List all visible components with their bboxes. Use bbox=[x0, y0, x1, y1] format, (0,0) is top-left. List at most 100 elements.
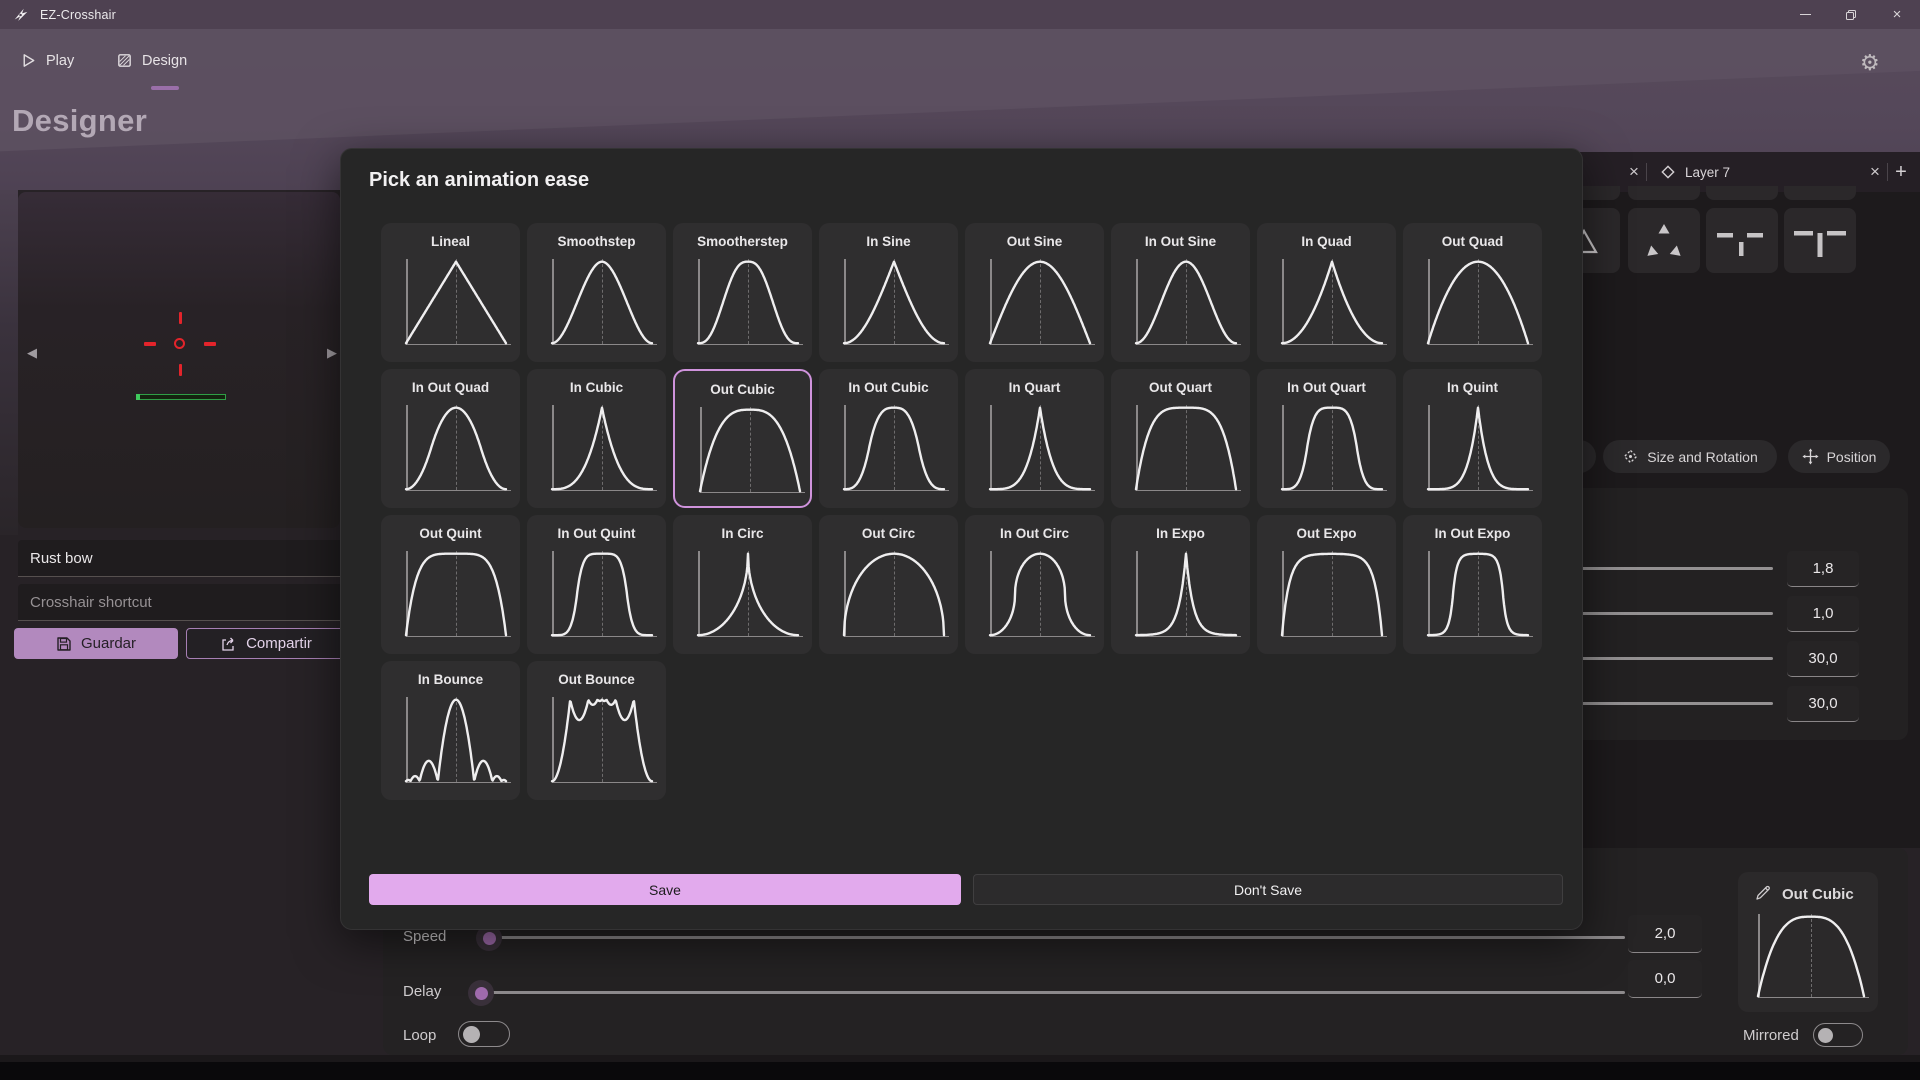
delay-slider-thumb[interactable] bbox=[468, 980, 494, 1006]
ease-tile-chart bbox=[1428, 405, 1528, 491]
shape-tile-arrows[interactable] bbox=[1628, 208, 1700, 273]
modal-dont-save-button[interactable]: Don't Save bbox=[973, 874, 1563, 905]
ease-tile-outSine[interactable]: Out Sine bbox=[965, 223, 1104, 362]
ease-tile-smootherstep[interactable]: Smootherstep bbox=[673, 223, 812, 362]
ease-tile-outQuint[interactable]: Out Quint bbox=[381, 515, 520, 654]
shape-tile-t-dashes[interactable] bbox=[1706, 208, 1778, 273]
crosshair-name-input[interactable] bbox=[18, 540, 348, 577]
ease-tile-chart bbox=[1282, 259, 1382, 345]
layer-close-button[interactable]: × bbox=[1863, 160, 1887, 184]
tab-design[interactable]: Design bbox=[116, 52, 187, 69]
play-icon bbox=[20, 52, 37, 69]
ease-tile-chart bbox=[990, 551, 1090, 637]
layer-tab-label[interactable]: Layer 7 bbox=[1685, 165, 1730, 180]
preview-prev-arrow[interactable]: ◀ bbox=[27, 345, 37, 361]
ease-tile-outExpo[interactable]: Out Expo bbox=[1257, 515, 1396, 654]
ease-tile-inQuint[interactable]: In Quint bbox=[1403, 369, 1542, 508]
loop-toggle-knob bbox=[463, 1026, 480, 1043]
ease-tile-chart bbox=[990, 405, 1090, 491]
size-rotation-button[interactable]: Size and Rotation bbox=[1603, 440, 1777, 473]
ease-tile-inCirc[interactable]: In Circ bbox=[673, 515, 812, 654]
tab-play-label: Play bbox=[46, 53, 74, 69]
size-rotation-icon bbox=[1622, 448, 1639, 465]
minimize-button[interactable] bbox=[1782, 0, 1828, 29]
gap-value-input[interactable]: 1,0 bbox=[1787, 596, 1859, 632]
selected-ease-card[interactable]: Out Cubic bbox=[1738, 872, 1878, 1012]
loop-toggle[interactable] bbox=[458, 1021, 510, 1047]
crosshair-center-circle bbox=[174, 338, 185, 349]
ease-tile-label: In Quint bbox=[1403, 380, 1542, 395]
ease-tile-label: In Quart bbox=[965, 380, 1104, 395]
position-button[interactable]: Position bbox=[1788, 440, 1890, 473]
ease-tile-chart bbox=[700, 407, 800, 493]
shape-tile-stub bbox=[1784, 186, 1856, 200]
ease-tile-outCubic[interactable]: Out Cubic bbox=[673, 369, 812, 508]
ease-tile-outBounce[interactable]: Out Bounce bbox=[527, 661, 666, 800]
ease-tile-chart bbox=[552, 697, 652, 783]
delay-slider-track[interactable] bbox=[490, 991, 1625, 994]
ease-tile-inQuad[interactable]: In Quad bbox=[1257, 223, 1396, 362]
window-titlebar: EZ-Crosshair × bbox=[0, 0, 1920, 29]
speed-slider-track[interactable] bbox=[490, 936, 1625, 939]
ease-tile-outQuad[interactable]: Out Quad bbox=[1403, 223, 1542, 362]
app-logo-icon bbox=[12, 6, 30, 24]
crosshair-dash-left bbox=[144, 342, 156, 346]
ease-tile-inQuart[interactable]: In Quart bbox=[965, 369, 1104, 508]
ease-tile-inCubic[interactable]: In Cubic bbox=[527, 369, 666, 508]
restore-button[interactable] bbox=[1828, 0, 1874, 29]
ease-tile-inOutQuint[interactable]: In Out Quint bbox=[527, 515, 666, 654]
loop-label: Loop bbox=[403, 1027, 436, 1044]
ease-tile-inExpo[interactable]: In Expo bbox=[1111, 515, 1250, 654]
delay-label: Delay bbox=[403, 983, 441, 1000]
ease-tile-inOutQuad[interactable]: In Out Quad bbox=[381, 369, 520, 508]
ease-tile-label: Smoothstep bbox=[527, 234, 666, 249]
ease-tile-chart bbox=[698, 551, 798, 637]
mirrored-toggle[interactable] bbox=[1813, 1023, 1863, 1047]
ease-tile-label: Out Quart bbox=[1111, 380, 1250, 395]
crosshair-preview-panel bbox=[18, 192, 340, 528]
ease-tile-inOutCirc[interactable]: In Out Circ bbox=[965, 515, 1104, 654]
ease-tile-inOutQuart[interactable]: In Out Quart bbox=[1257, 369, 1396, 508]
ease-tile-inSine[interactable]: In Sine bbox=[819, 223, 958, 362]
ease-tile-chart bbox=[1136, 259, 1236, 345]
ease-tile-inOutCubic[interactable]: In Out Cubic bbox=[819, 369, 958, 508]
selected-ease-name: Out Cubic bbox=[1782, 886, 1854, 903]
shape-tile-stub bbox=[1706, 186, 1778, 200]
shape-tile-stub bbox=[1628, 186, 1700, 200]
delay-value-input[interactable]: 0,0 bbox=[1628, 960, 1702, 998]
shape-tile-t-solid[interactable] bbox=[1784, 208, 1856, 273]
ease-tile-smoothstep[interactable]: Smoothstep bbox=[527, 223, 666, 362]
settings-gear-icon[interactable]: ⚙ bbox=[1860, 50, 1880, 76]
layer-diamond-icon bbox=[1659, 163, 1677, 181]
tab-play[interactable]: Play bbox=[20, 52, 74, 69]
close-button[interactable]: × bbox=[1874, 0, 1920, 29]
ease-tile-label: In Out Cubic bbox=[819, 380, 958, 395]
share-crosshair-button[interactable]: Compartir bbox=[186, 628, 346, 659]
ease-tile-inOutSine[interactable]: In Out Sine bbox=[1111, 223, 1250, 362]
ease-tile-outQuart[interactable]: Out Quart bbox=[1111, 369, 1250, 508]
size-value-input[interactable]: 1,8 bbox=[1787, 551, 1859, 587]
ease-tile-chart bbox=[990, 259, 1090, 345]
add-layer-button[interactable]: + bbox=[1888, 161, 1914, 184]
ease-tile-chart bbox=[1282, 551, 1382, 637]
modal-save-button[interactable]: Save bbox=[369, 874, 961, 905]
crosshair-dash-right bbox=[204, 342, 216, 346]
prev-layer-close-button[interactable]: × bbox=[1622, 160, 1646, 184]
ease-picker-modal: Pick an animation ease LinealSmoothstepS… bbox=[340, 148, 1583, 930]
ease-tile-outCirc[interactable]: Out Circ bbox=[819, 515, 958, 654]
ease-tile-chart bbox=[406, 259, 506, 345]
thickness-value-input[interactable]: 30,0 bbox=[1787, 686, 1859, 722]
crosshair-dash-bottom bbox=[179, 364, 183, 376]
ease-tile-label: Out Bounce bbox=[527, 672, 666, 687]
speed-value-input[interactable]: 2,0 bbox=[1628, 915, 1702, 953]
preview-next-arrow[interactable]: ▶ bbox=[327, 345, 337, 361]
ease-tile-inBounce[interactable]: In Bounce bbox=[381, 661, 520, 800]
save-crosshair-button[interactable]: Guardar bbox=[14, 628, 178, 659]
crosshair-shortcut-input[interactable] bbox=[18, 584, 348, 621]
rotation-value-input[interactable]: 30,0 bbox=[1787, 641, 1859, 677]
ease-grid: Lineal Smoothstep SmootherstepIn SineOut S… bbox=[381, 223, 1542, 800]
ease-tile-label: Out Circ bbox=[819, 526, 958, 541]
ease-tile-linear[interactable]: Lineal bbox=[381, 223, 520, 362]
arrows-shape-icon bbox=[1642, 221, 1686, 261]
ease-tile-inOutExpo[interactable]: In Out Expo bbox=[1403, 515, 1542, 654]
